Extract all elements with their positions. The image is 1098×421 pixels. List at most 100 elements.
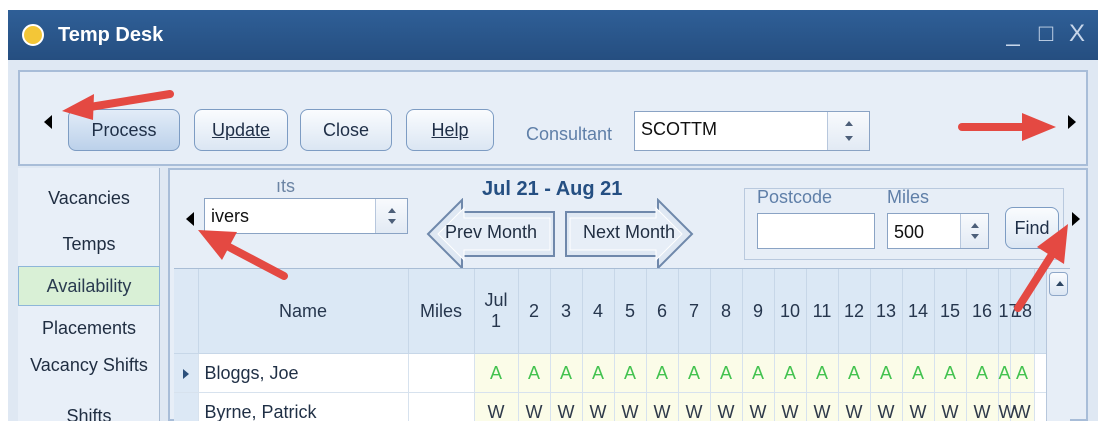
filter-spinner-icon[interactable] (375, 199, 407, 233)
panel-scroll-left-icon[interactable] (186, 212, 194, 226)
availability-cell[interactable]: A (646, 353, 679, 393)
day-column-header[interactable]: 2 (518, 269, 551, 354)
availability-cell[interactable]: A (806, 353, 839, 393)
miles-stepper[interactable]: 500 (887, 213, 989, 249)
help-button[interactable]: Help (406, 109, 494, 151)
day-column-header[interactable]: 16 (966, 269, 999, 354)
find-button[interactable]: Find (1005, 207, 1059, 249)
temp-name-cell[interactable]: Byrne, Patrick (198, 392, 409, 421)
availability-cell[interactable]: W (710, 392, 743, 421)
consultant-select[interactable]: SCOTTM (634, 111, 870, 151)
availability-cell[interactable]: A (474, 353, 519, 393)
day-column-header[interactable]: 3 (550, 269, 583, 354)
availability-cell[interactable]: A (934, 353, 967, 393)
availability-cell[interactable]: W (998, 392, 1016, 421)
update-button[interactable]: Update (194, 109, 288, 151)
row-selector[interactable] (174, 392, 199, 421)
availability-cell[interactable]: W (678, 392, 711, 421)
availability-cell[interactable]: A (582, 353, 615, 393)
day-column-header[interactable]: 4 (582, 269, 615, 354)
availability-cell[interactable]: A (966, 353, 999, 393)
miles-cell[interactable] (408, 353, 475, 393)
row-selector[interactable] (174, 353, 199, 393)
day-column-header[interactable]: Jul 1 (474, 269, 519, 354)
name-column-header[interactable]: Name (198, 269, 409, 354)
day-column-header[interactable]: 14 (902, 269, 935, 354)
day-column-header[interactable]: 6 (646, 269, 679, 354)
help-button-label: Help (431, 120, 469, 140)
postcode-input[interactable] (757, 213, 875, 249)
miles-cell[interactable] (408, 392, 475, 421)
availability-cell[interactable]: W (582, 392, 615, 421)
process-button[interactable]: Process (68, 109, 180, 151)
day-column-header[interactable]: 12 (838, 269, 871, 354)
availability-cell[interactable]: A (838, 353, 871, 393)
consultant-spinner-icon[interactable] (827, 112, 869, 150)
day-column-header[interactable]: 15 (934, 269, 967, 354)
availability-cell[interactable]: W (838, 392, 871, 421)
availability-cell[interactable]: W (1010, 392, 1035, 421)
day-column-header[interactable]: 7 (678, 269, 711, 354)
availability-cell[interactable]: W (646, 392, 679, 421)
app-icon (22, 24, 44, 46)
filter-value: ivers (211, 206, 250, 226)
day-column-header[interactable]: 13 (870, 269, 903, 354)
scroll-up-icon[interactable] (1049, 272, 1068, 296)
left-sidebar: Vacancies Temps Availability Placements … (18, 168, 160, 421)
sidebar-item-vacancy-shifts[interactable]: Vacancy Shifts (18, 354, 160, 376)
availability-cell[interactable]: A (518, 353, 551, 393)
availability-cell[interactable]: A (614, 353, 647, 393)
miles-column-header[interactable]: Miles (408, 269, 475, 354)
availability-cell[interactable]: A (742, 353, 775, 393)
availability-cell[interactable]: W (614, 392, 647, 421)
availability-cell[interactable]: W (806, 392, 839, 421)
day-column-header[interactable]: 18 (1010, 269, 1035, 354)
close-window-icon[interactable]: X (1064, 20, 1090, 48)
sidebar-item-vacancies[interactable]: Vacancies (18, 188, 160, 209)
availability-cell[interactable]: A (998, 353, 1011, 393)
availability-cell[interactable]: W (934, 392, 967, 421)
day-column-header[interactable]: 11 (806, 269, 839, 354)
availability-cell[interactable]: A (678, 353, 711, 393)
sidebar-item-temps[interactable]: Temps (18, 234, 160, 255)
availability-cell[interactable]: A (902, 353, 935, 393)
sidebar-item-availability[interactable]: Availability (18, 266, 160, 306)
next-month-button[interactable]: Next Month (564, 197, 694, 271)
availability-cell[interactable]: W (966, 392, 999, 421)
availability-cell[interactable]: W (774, 392, 807, 421)
day-column-header[interactable]: 17 (998, 269, 1019, 354)
availability-cell[interactable]: W (550, 392, 583, 421)
day-column-header[interactable]: 8 (710, 269, 743, 354)
day-column-header[interactable]: 5 (614, 269, 647, 354)
availability-cell[interactable]: W (474, 392, 519, 421)
availability-cell[interactable]: W (902, 392, 935, 421)
filter-label: ıts (276, 176, 296, 196)
toolbar-scroll-left-icon[interactable] (44, 115, 52, 129)
toolbar-scroll-right-icon[interactable] (1068, 115, 1076, 129)
day-column-header[interactable]: 10 (774, 269, 807, 354)
close-button[interactable]: Close (300, 109, 392, 151)
availability-cell[interactable]: A (870, 353, 903, 393)
sidebar-item-placements[interactable]: Placements (18, 318, 160, 339)
availability-cell[interactable]: A (774, 353, 807, 393)
availability-cell[interactable]: A (1010, 353, 1035, 393)
table-row[interactable]: Bloggs, Joe A A A A A A A A A A A A A A … (174, 353, 1070, 393)
minimize-icon[interactable]: _ (1000, 20, 1026, 48)
update-button-label: Update (211, 120, 271, 140)
availability-table: Name Miles Jul 1 2 3 4 5 6 7 8 9 10 11 12 (174, 269, 1070, 421)
prev-month-button[interactable]: Prev Month (426, 197, 556, 271)
panel-scroll-right-icon[interactable] (1072, 212, 1080, 226)
availability-cell[interactable]: A (550, 353, 583, 393)
availability-cell[interactable]: A (710, 353, 743, 393)
availability-cell[interactable]: W (742, 392, 775, 421)
availability-cell[interactable]: W (870, 392, 903, 421)
day-column-header[interactable]: 9 (742, 269, 775, 354)
availability-cell[interactable]: W (518, 392, 551, 421)
table-row[interactable]: Byrne, Patrick W W W W W W W W W W W W W… (174, 392, 1070, 421)
miles-spinner-icon[interactable] (960, 214, 988, 248)
temp-name-cell[interactable]: Bloggs, Joe (198, 353, 409, 393)
sidebar-item-shifts[interactable]: Shifts (18, 406, 160, 421)
vertical-scrollbar[interactable] (1046, 269, 1070, 421)
filter-select[interactable]: ivers (204, 198, 408, 234)
maximize-icon[interactable]: □ (1033, 20, 1059, 48)
